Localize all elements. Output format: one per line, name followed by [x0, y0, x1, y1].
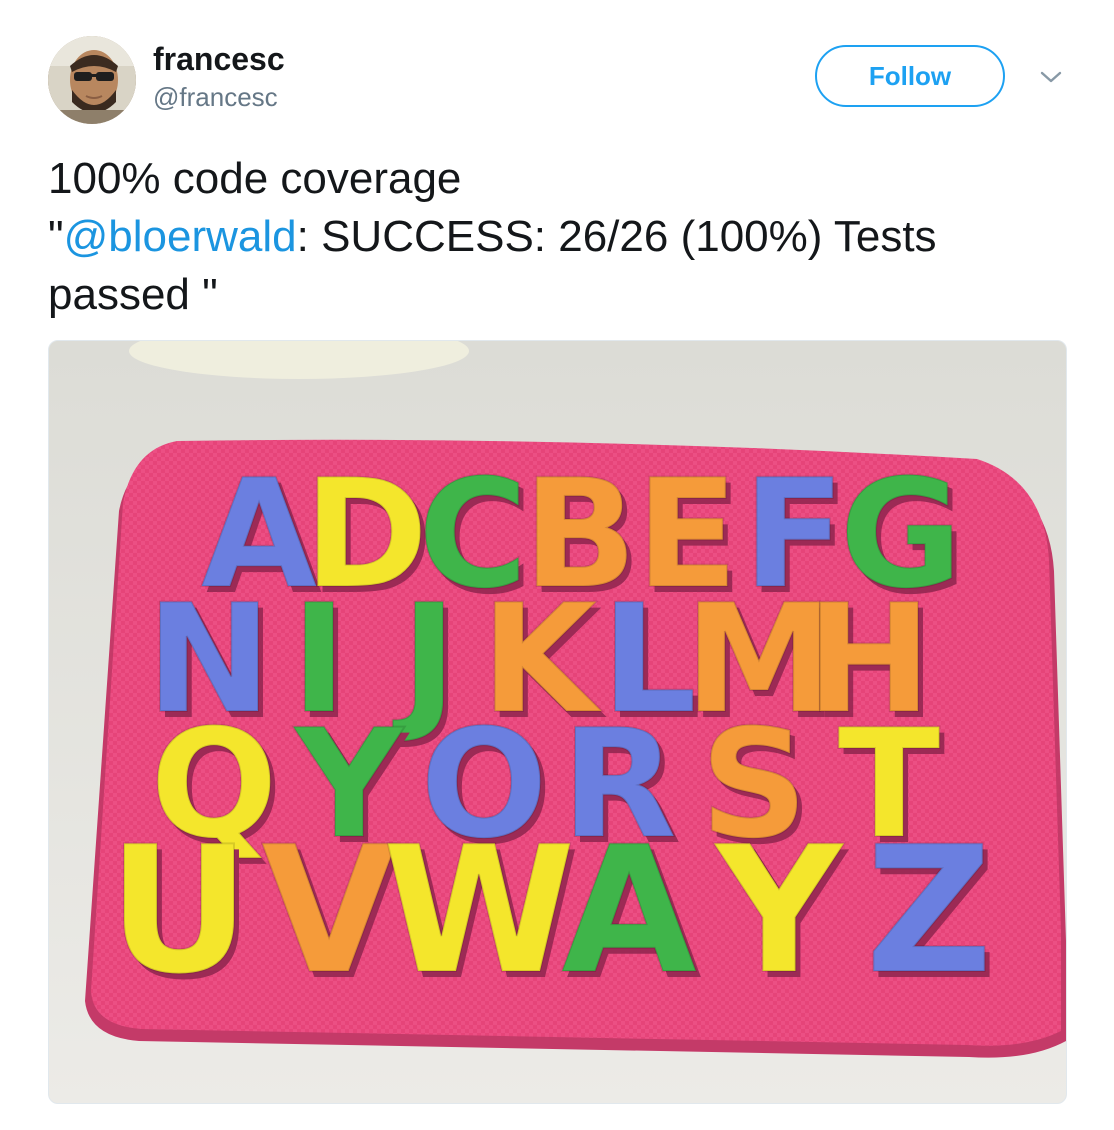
display-name[interactable]: francesc [153, 40, 285, 78]
user-handle[interactable]: @francesc [153, 81, 278, 113]
foam-letter: Z [866, 810, 993, 1013]
foam-letter: U [108, 810, 250, 1013]
tweet-photo[interactable]: AADDCCBBEEFFGGNNIIJJKKLLMMHHQQYYOORRSSTT… [48, 340, 1067, 1104]
foam-letter: Y [714, 810, 845, 1013]
chevron-down-icon[interactable] [1036, 62, 1066, 92]
foam-letter: V [261, 810, 396, 1013]
avatar[interactable] [48, 36, 136, 124]
mention-link[interactable]: @bloerwald [64, 212, 297, 261]
alphabet-puzzle-photo: AADDCC BB EE FF GGNN II JJ KK LLMMHHQQ YY OO RR SS TT… [49, 341, 1066, 1103]
tweet-card: francesc @francesc Follow 100% code cove… [0, 0, 1114, 1130]
tweet-line-1: 100% code coverage [48, 154, 462, 203]
foam-letter: A [561, 810, 696, 1013]
foam-letter: W [382, 810, 575, 1013]
quote-open: " [48, 212, 64, 261]
follow-button[interactable]: Follow [815, 45, 1005, 107]
tweet-line-2: "@bloerwald: SUCCESS: 26/26 (100%) Tests… [48, 208, 1068, 324]
avatar-photo [48, 36, 136, 124]
tweet-text: 100% code coverage "@bloerwald: SUCCESS:… [48, 150, 1068, 324]
